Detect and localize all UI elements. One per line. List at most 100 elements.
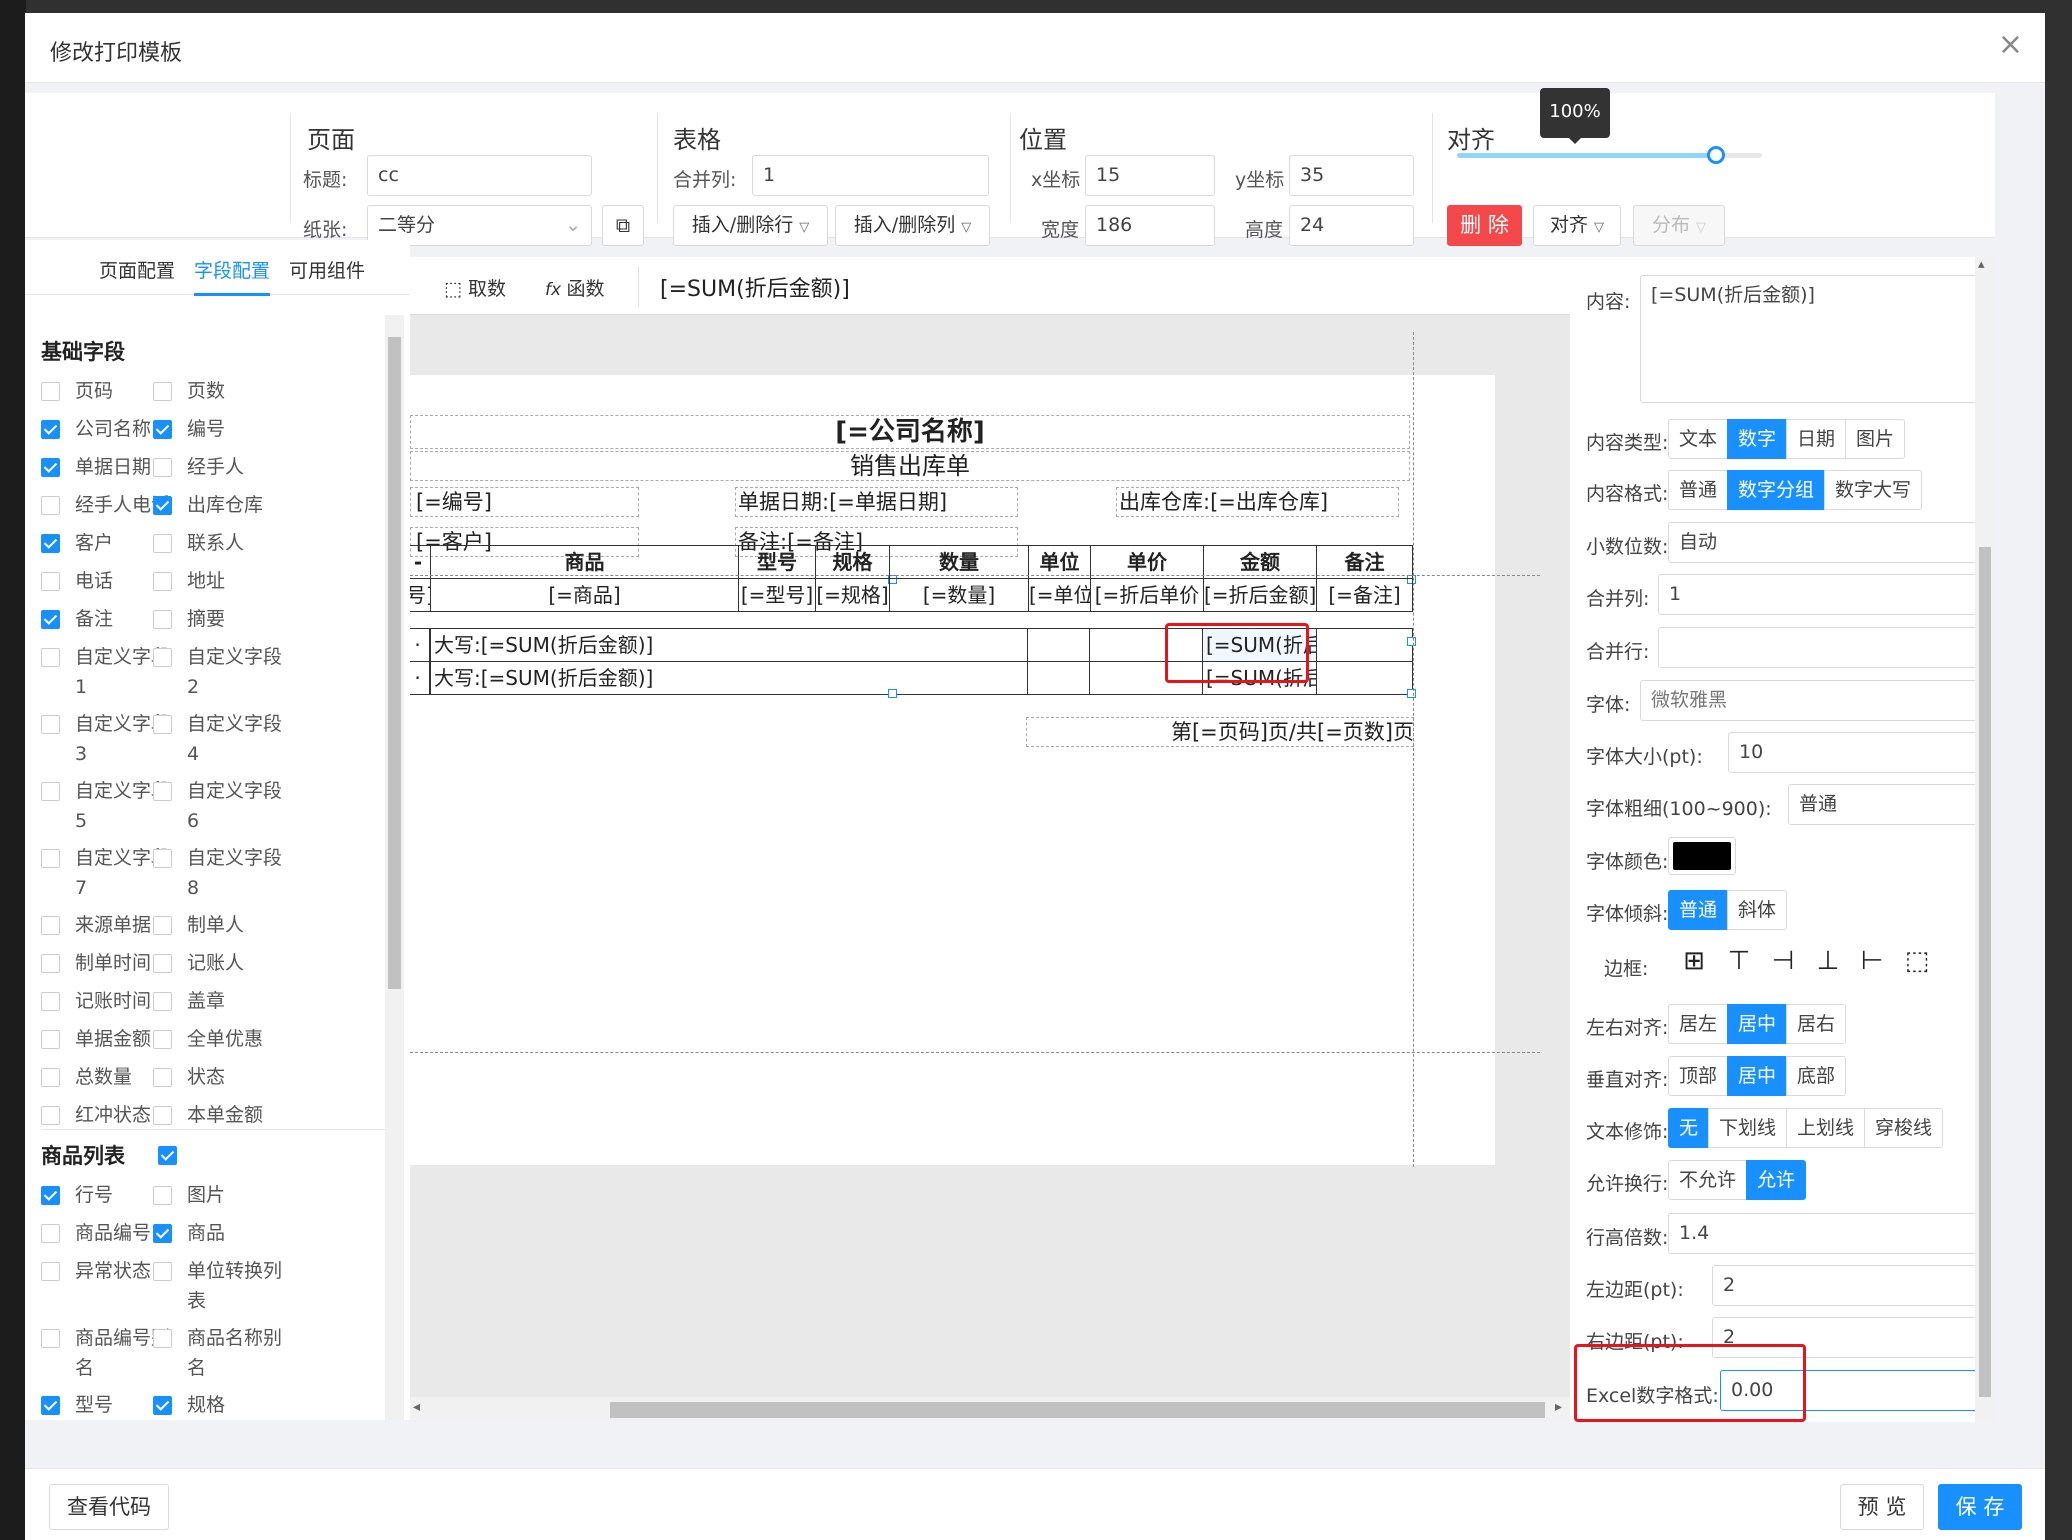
x-input[interactable]: 15 (1085, 155, 1215, 196)
zoom-slider-handle[interactable] (1707, 146, 1726, 164)
resize-handle[interactable] (1407, 689, 1416, 698)
segment-option[interactable]: 斜体 (1727, 890, 1788, 930)
title-input[interactable]: cc (367, 155, 592, 196)
resize-handle[interactable] (888, 689, 897, 698)
segment-option[interactable]: 居左 (1668, 1004, 1729, 1044)
fetch-button[interactable]: ⬚ 取数 (444, 274, 506, 301)
table-cell[interactable]: [=折后单价 (1090, 578, 1204, 612)
line-height-input[interactable]: 1.4 (1668, 1213, 1980, 1254)
align-dropdown-button[interactable]: 对齐 ▽ (1533, 205, 1621, 246)
table-cell[interactable] (1316, 661, 1413, 695)
table-cell[interactable]: [=备注] (1316, 578, 1413, 612)
segment-option[interactable]: 日期 (1786, 419, 1847, 459)
text-deco-segment[interactable]: 无下划线 上划线 穿梭线 (1668, 1108, 1944, 1148)
border-left-icon[interactable]: ⊢ (1858, 947, 1886, 975)
merge-col-input[interactable]: 1 (1658, 574, 1980, 615)
table-cell[interactable]: [=单位 (1028, 578, 1091, 612)
decimal-input[interactable]: 自动 (1668, 522, 1980, 563)
width-input[interactable]: 186 (1085, 205, 1215, 246)
table-cell[interactable]: [=规格] (815, 578, 890, 612)
close-icon[interactable]: × (1998, 27, 2023, 62)
table-header-cell[interactable]: 备注 (1316, 545, 1413, 579)
table-header-cell[interactable]: 数量 (889, 545, 1029, 579)
table-header-cell[interactable]: 商品 (430, 545, 739, 579)
segment-option[interactable]: 顶部 (1668, 1056, 1729, 1096)
border-bottom-icon[interactable]: ⊥ (1814, 947, 1842, 975)
wrap-segment[interactable]: 不允许 允许 (1668, 1160, 1807, 1200)
border-none-icon[interactable]: ⬚ (1903, 947, 1931, 975)
scroll-up-icon[interactable]: ▴ (1978, 257, 1985, 272)
table-cell[interactable]: [=数量] (889, 578, 1029, 612)
table-cell[interactable]: · (410, 661, 430, 695)
table-cell[interactable]: [=折后金额] (1203, 578, 1317, 612)
segment-option[interactable]: 文本 (1668, 419, 1729, 459)
segment-option[interactable]: 普通 (1668, 470, 1729, 510)
segment-option[interactable]: 普通 (1668, 890, 1729, 930)
horizontal-scrollbar[interactable]: ◂ ▸ (410, 1397, 1570, 1422)
border-all-icon[interactable]: ⊞ (1680, 947, 1708, 975)
segment-option[interactable]: 图片 (1845, 419, 1906, 459)
left-scrollbar[interactable] (385, 315, 404, 1420)
table-header-cell[interactable]: 规格 (815, 545, 890, 579)
content-type-segment[interactable]: 文本 数字 日期 图片 (1668, 419, 1906, 459)
right-scrollbar[interactable]: ▴ (1975, 257, 1995, 1422)
table-header-cell[interactable]: 金额 (1203, 545, 1317, 579)
horizontal-scrollbar-thumb[interactable] (610, 1402, 1545, 1418)
content-format-segment[interactable]: 普通 数字分组 数字大写 (1668, 470, 1923, 510)
segment-option[interactable]: 数字分组 (1727, 470, 1826, 510)
tab-components[interactable]: 可用组件 (289, 256, 365, 293)
merge-row-input[interactable] (1658, 627, 1980, 668)
segment-option[interactable]: 居右 (1786, 1004, 1847, 1044)
italic-segment[interactable]: 普通 斜体 (1668, 890, 1788, 930)
segment-option[interactable]: 穿梭线 (1864, 1108, 1944, 1148)
font-color-picker[interactable] (1668, 837, 1736, 875)
segment-option[interactable]: 居中 (1727, 1004, 1788, 1044)
content-textarea[interactable]: [=SUM(折后金额)] (1640, 275, 1980, 403)
segment-option[interactable]: 允许 (1746, 1160, 1807, 1200)
table-cell[interactable] (1027, 628, 1090, 662)
save-button[interactable]: 保 存 (1938, 1484, 2022, 1530)
height-input[interactable]: 24 (1289, 205, 1414, 246)
distribute-dropdown-button[interactable]: 分布 ▽ (1633, 205, 1725, 246)
segment-option[interactable]: 不允许 (1668, 1160, 1748, 1200)
sum-text-cell[interactable]: 大写:[=SUM(折后金额)] (430, 628, 1028, 662)
scroll-right-icon[interactable]: ▸ (1555, 1399, 1562, 1415)
table-header-cell[interactable]: 单位 (1028, 545, 1091, 579)
table-cell[interactable]: [=型号] (738, 578, 816, 612)
segment-option[interactable]: 下划线 (1708, 1108, 1788, 1148)
sum-text-cell[interactable]: 大写:[=SUM(折后金额)] (430, 661, 1028, 695)
table-cell[interactable]: · (410, 628, 430, 662)
border-top-icon[interactable]: ⊤ (1725, 947, 1753, 975)
segment-option[interactable]: 数字 (1727, 419, 1788, 459)
function-button[interactable]: fx 函数 (545, 274, 604, 301)
table-cell[interactable]: [=商品] (430, 578, 739, 612)
preview-button[interactable]: 预 览 (1840, 1484, 1924, 1530)
table-cell[interactable] (1316, 628, 1413, 662)
segment-option[interactable]: 数字大写 (1824, 470, 1923, 510)
left-scrollbar-thumb[interactable] (388, 337, 401, 989)
segment-option[interactable]: 底部 (1786, 1056, 1847, 1096)
tab-page-config[interactable]: 页面配置 (99, 256, 175, 293)
segment-option[interactable]: 无 (1668, 1108, 1710, 1148)
border-right-icon[interactable]: ⊣ (1769, 947, 1797, 975)
paper-config-icon[interactable]: ⧉ (602, 205, 644, 246)
resize-handle[interactable] (1407, 637, 1416, 646)
font-size-input[interactable]: 10 (1728, 732, 1980, 773)
formula-text[interactable]: [=SUM(折后金额)] (660, 271, 850, 303)
table-header-cell[interactable]: - (410, 545, 431, 579)
right-scrollbar-thumb[interactable] (1979, 547, 1991, 1397)
table-cell[interactable]: 号] (410, 578, 431, 612)
font-weight-select[interactable]: 普通 (1788, 784, 1980, 825)
goods-list-checkbox[interactable] (158, 1140, 180, 1170)
merge-col-input[interactable]: 1 (752, 155, 989, 196)
font-input[interactable]: 微软雅黑 (1640, 680, 1980, 721)
insert-delete-col-button[interactable]: 插入/删除列 ▽ (835, 205, 990, 246)
y-input[interactable]: 35 (1289, 155, 1414, 196)
v-align-segment[interactable]: 顶部 居中 底部 (1668, 1056, 1847, 1096)
tab-field-config[interactable]: 字段配置 (194, 256, 271, 296)
zoom-slider-track[interactable] (1457, 146, 1762, 164)
segment-option[interactable]: 居中 (1727, 1056, 1788, 1096)
table-cell[interactable] (1027, 661, 1090, 695)
table-header-cell[interactable]: 型号 (738, 545, 816, 579)
view-code-button[interactable]: 查看代码 (49, 1484, 169, 1530)
